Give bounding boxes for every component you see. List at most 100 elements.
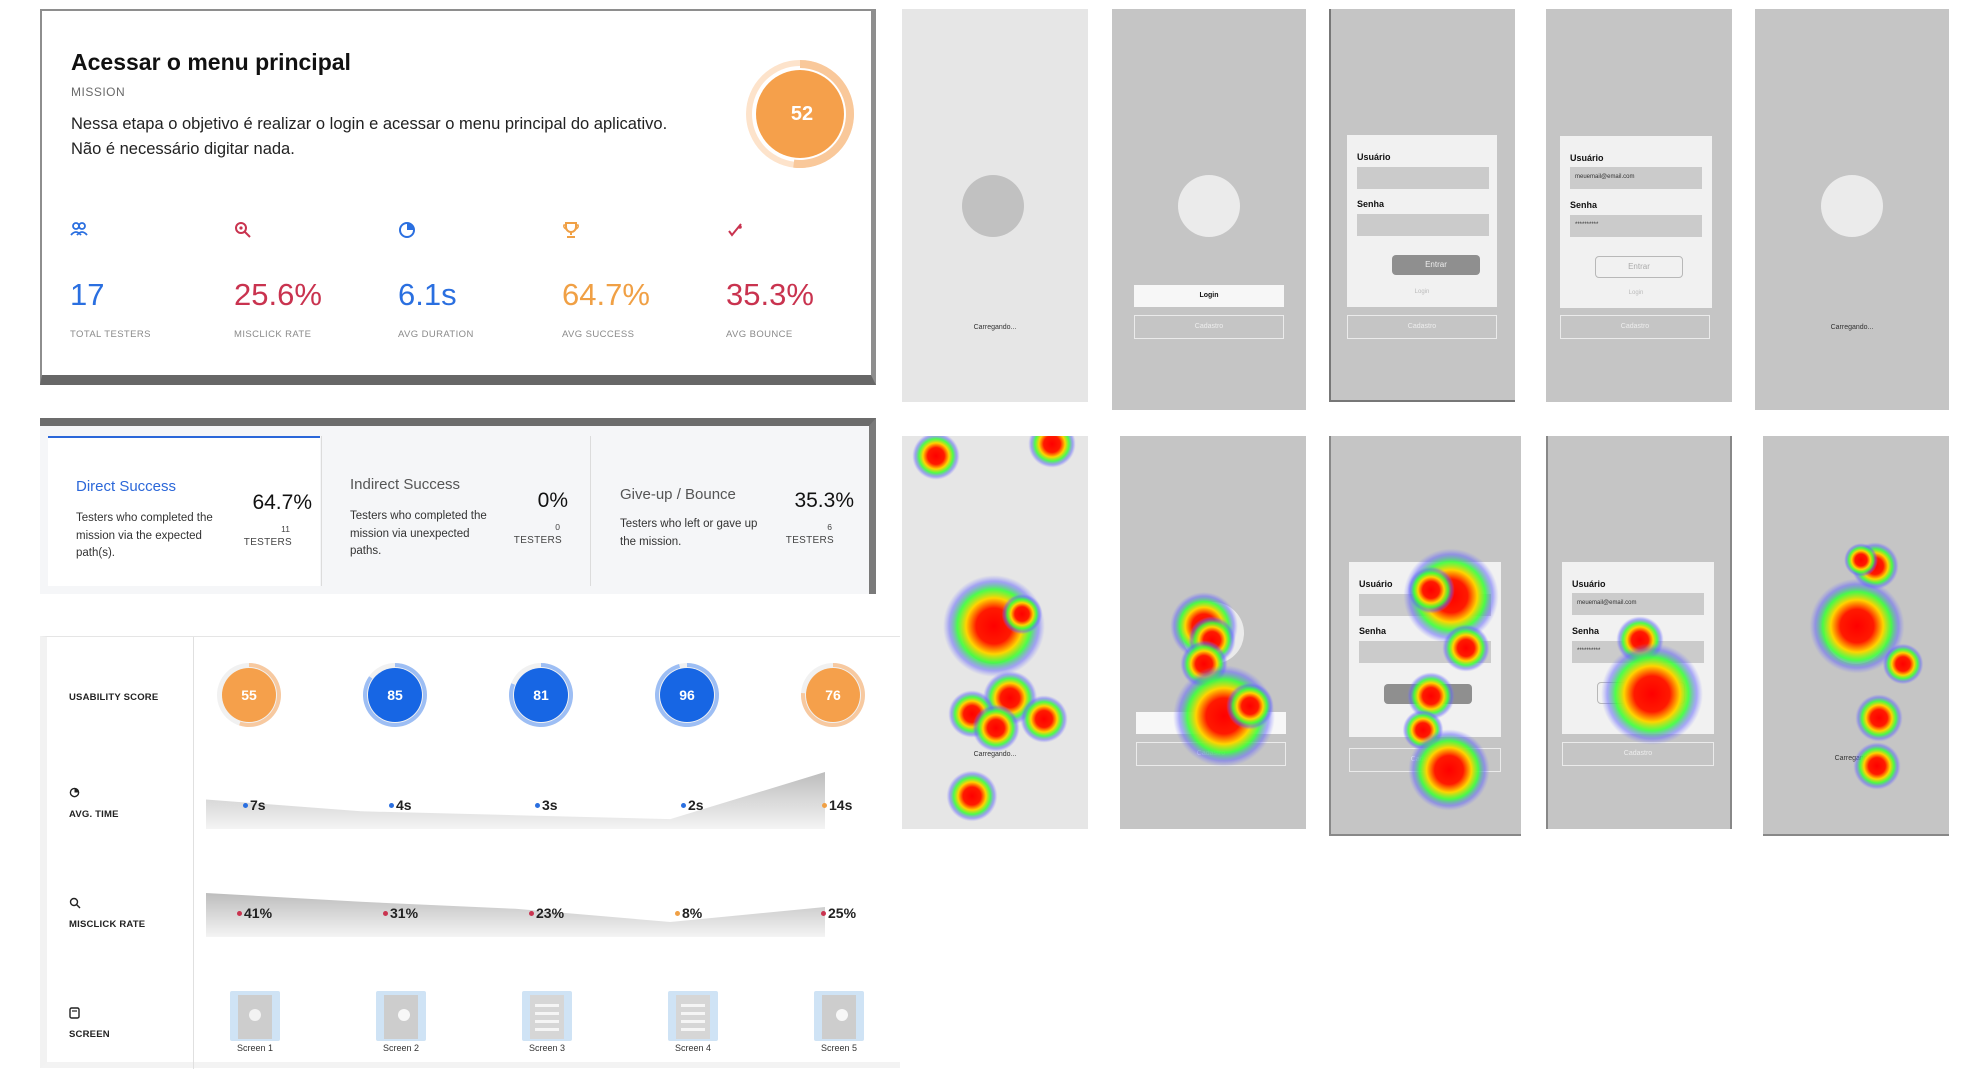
misclick-value-2: 31% (383, 905, 418, 921)
stat-value: 17 (70, 277, 105, 312)
logo-placeholder (1825, 602, 1887, 664)
screen-thumbnail-1[interactable] (230, 991, 280, 1041)
screen-label-4: Screen 4 (674, 1043, 712, 1053)
status-dot (822, 802, 827, 808)
register-button[interactable]: Cadastro (1136, 742, 1286, 766)
loading-text: Carregando... (973, 751, 1017, 758)
heatmap-blob (1853, 742, 1901, 790)
phone-screen-3[interactable]: Usuário Senha Entrar Login Cadastro (1329, 9, 1515, 402)
screen-thumbnail-3[interactable] (522, 991, 572, 1041)
user-label: Usuário (1359, 579, 1393, 589)
enter-button[interactable]: Entrar (1595, 256, 1683, 278)
avg-time-text: 7s (250, 797, 266, 813)
password-input[interactable]: ********** (1572, 641, 1704, 663)
phone-screen-4[interactable]: Usuário meuemail@email.com Senha *******… (1546, 9, 1732, 402)
stat-avg-success: 64.7% AVG SUCCESS (562, 221, 712, 340)
password-label: Senha (1572, 626, 1600, 636)
indirect-success-panel[interactable]: Indirect Success Testers who completed t… (321, 436, 591, 586)
register-button[interactable]: Cadastro (1349, 748, 1501, 772)
heatmap-blob (1020, 695, 1068, 743)
logo-placeholder (1182, 602, 1244, 664)
stat-label: MISCLICK RATE (234, 329, 312, 340)
status-dot (675, 910, 680, 916)
screen-thumbnail-4[interactable] (668, 991, 718, 1041)
email-input[interactable]: meuemail@email.com (1572, 593, 1704, 615)
login-form: Usuário meuemail@email.com Senha *******… (1560, 136, 1712, 308)
mission-description: Nessa etapa o objetivo é realizar o logi… (71, 112, 771, 162)
loading-text: Carregando... (1830, 324, 1874, 331)
mission-score-gauge: 52 (742, 49, 872, 179)
login-link[interactable]: Login (1560, 290, 1712, 296)
heatmap-blob (912, 436, 960, 480)
stat-avg-duration: 6.1s AVG DURATION (398, 221, 548, 340)
avg-time-text: 14s (829, 797, 853, 813)
indirect-success-percent: 0% (537, 489, 568, 512)
screen-thumbnail-5[interactable] (814, 991, 864, 1041)
usability-score-value: 55 (241, 687, 257, 703)
heatmap-screen-1[interactable]: Carregando... (902, 436, 1088, 829)
usability-score-circle-3: 81 (508, 662, 574, 728)
stat-value: 64.7% (562, 277, 650, 312)
misclick-text: 8% (682, 905, 703, 921)
enter-button[interactable]: Entrar (1392, 255, 1480, 275)
direct-success-count: 11 (281, 524, 290, 534)
user-input[interactable] (1359, 594, 1491, 616)
bounce-title: Give-up / Bounce (620, 486, 736, 503)
heatmap-screen-5[interactable]: Carregando... (1763, 436, 1949, 836)
usability-score-circle-4: 96 (654, 662, 720, 728)
usability-score-value: 96 (679, 687, 695, 703)
password-input[interactable] (1359, 641, 1491, 663)
register-button[interactable]: Cadastro (1347, 315, 1497, 339)
heatmap-screen-3[interactable]: Usuário Senha Entrar Cadastro (1329, 436, 1521, 836)
password-label: Senha (1357, 199, 1385, 209)
stat-label: TOTAL TESTERS (70, 329, 151, 340)
heatmap-screen-4[interactable]: Usuário meuemail@email.com Senha *******… (1546, 436, 1732, 829)
bounce-unit: TESTERS (785, 535, 834, 546)
login-button[interactable]: Login (1134, 285, 1284, 307)
misclick-text: 25% (828, 905, 857, 921)
usability-score-circle-5: 76 (800, 662, 866, 728)
bounce-panel[interactable]: Give-up / Bounce Testers who left or gav… (592, 436, 862, 586)
status-dot (383, 910, 388, 916)
stat-value: 25.6% (234, 277, 322, 312)
stat-label: AVG BOUNCE (726, 329, 793, 340)
password-label: Senha (1359, 626, 1387, 636)
indirect-success-description: Testers who completed the mission via un… (350, 510, 487, 557)
direct-success-panel[interactable]: Direct Success Testers who completed the… (48, 436, 320, 586)
heatmap-blob (1855, 694, 1903, 742)
stat-avg-bounce: 35.3% AVG BOUNCE (726, 221, 876, 340)
status-dot (821, 910, 826, 916)
email-input[interactable]: meuemail@email.com (1570, 167, 1702, 189)
mission-description-line-1: Nessa etapa o objetivo é realizar o logi… (71, 115, 668, 133)
bounce-count: 6 (827, 522, 832, 532)
screen-label-1: Screen 1 (236, 1043, 274, 1053)
loading-text: Carregando... (1834, 755, 1878, 762)
password-input[interactable]: ********** (1570, 215, 1702, 237)
indirect-success-count: 0 (555, 522, 560, 532)
register-button[interactable]: Cadastro (1560, 315, 1710, 339)
enter-button[interactable]: Entrar (1384, 684, 1472, 704)
misclick-value-4: 8% (675, 905, 702, 921)
register-button[interactable]: Cadastro (1134, 315, 1284, 339)
usability-score-value: 76 (825, 687, 841, 703)
enter-button[interactable]: Entrar (1597, 682, 1685, 704)
phone-screen-5[interactable]: Carregando... (1755, 9, 1949, 410)
stat-label: AVG DURATION (398, 329, 474, 340)
login-button[interactable]: Login (1136, 712, 1286, 734)
stat-value: 6.1s (398, 277, 457, 312)
status-dot (529, 910, 534, 916)
phone-screen-1[interactable]: Carregando... (902, 9, 1088, 402)
usability-score-circle-2: 85 (362, 662, 428, 728)
heatmap-blob (972, 704, 1020, 752)
avg-time-value-5: 14s (822, 797, 852, 813)
login-link[interactable]: Login (1347, 289, 1497, 295)
register-button[interactable]: Cadastro (1562, 742, 1714, 766)
heatmap-screen-2[interactable]: Login Cadastro (1120, 436, 1306, 829)
user-input[interactable] (1357, 167, 1489, 189)
logo-placeholder (1178, 175, 1240, 237)
screen-thumbnail-2[interactable] (376, 991, 426, 1041)
heatmap-blob (1844, 543, 1878, 577)
phone-screen-2[interactable]: Login Cadastro (1112, 9, 1306, 410)
screen-label-3: Screen 3 (528, 1043, 566, 1053)
password-input[interactable] (1357, 214, 1489, 236)
